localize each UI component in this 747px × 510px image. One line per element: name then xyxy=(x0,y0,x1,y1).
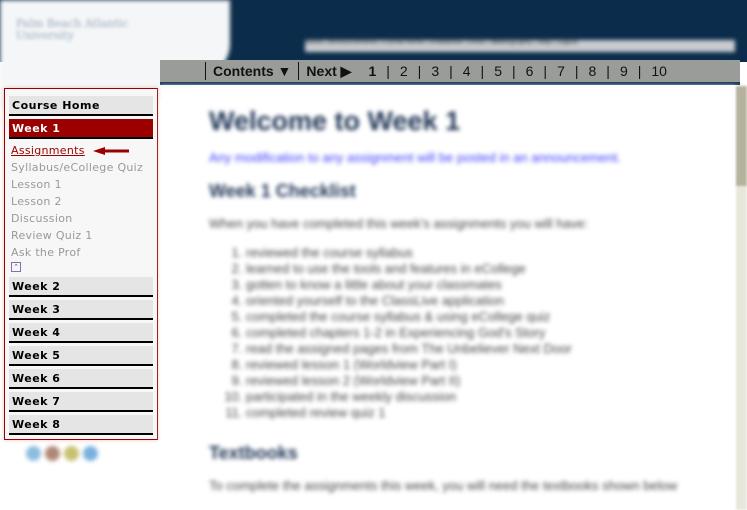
collapse-up-icon[interactable]: ⌃ xyxy=(11,262,21,272)
page-link-8[interactable]: 8 xyxy=(579,63,607,79)
week-3-section[interactable]: Week 3 xyxy=(9,300,153,320)
sidebar-link-discussion[interactable]: Discussion xyxy=(9,210,153,227)
checklist-item: reviewed lesson 2 (Worldview Part II) xyxy=(246,373,724,389)
checklist-item: completed chapters 1-2 in Experiencing G… xyxy=(246,325,724,341)
red-arrow-icon xyxy=(93,147,129,155)
vertical-scrollbar[interactable] xyxy=(736,86,747,510)
sidebar-link-review-quiz-1[interactable]: Review Quiz 1 xyxy=(9,227,153,244)
week-2-section[interactable]: Week 2 xyxy=(9,277,153,297)
course-sidebar: Course Home Week 1 Assignments Syllabus/e… xyxy=(4,88,158,440)
checklist-heading: Week 1 Checklist xyxy=(209,181,356,201)
sidebar-link-ask-the-prof[interactable]: Ask the Prof xyxy=(9,244,153,261)
checklist-item: oriented yourself to the ClassLive appli… xyxy=(246,293,724,309)
site-header: Palm Beach Atlantic University Home | An… xyxy=(0,0,747,110)
checklist-item: gotten to know a little about your class… xyxy=(246,277,724,293)
navigation-bar: Contents ▼ Next ▶ 1 | 2 | 3 | 4 | 5 | 6 | 7 | 8 | 9 | 10 xyxy=(160,60,740,85)
social-icon[interactable] xyxy=(83,446,98,461)
page-link-7[interactable]: 7 xyxy=(547,63,575,79)
top-links[interactable]: Home | Announcements | Course Home | Gra… xyxy=(305,40,735,52)
course-home-link[interactable]: Course Home xyxy=(9,96,153,116)
sidebar-link-assignments[interactable]: Assignments xyxy=(9,142,153,159)
sidebar-link-lesson-2[interactable]: Lesson 2 xyxy=(9,193,153,210)
checklist-item: reviewed the course syllabus xyxy=(246,245,724,261)
social-icons xyxy=(26,446,98,461)
page-link-3[interactable]: 3 xyxy=(421,63,449,79)
checklist-item: read the assigned pages from The Unbelie… xyxy=(246,341,724,357)
page-link-2[interactable]: 2 xyxy=(390,63,418,79)
week-8-section[interactable]: Week 8 xyxy=(9,415,153,435)
checklist-item: reviewed lesson 1 (Worldview Part I) xyxy=(246,357,724,373)
textbooks-intro: To complete the assignments this week, y… xyxy=(209,478,678,493)
checklist-item: learned to use the tools and features in… xyxy=(246,261,724,277)
week-4-section[interactable]: Week 4 xyxy=(9,323,153,343)
social-icon[interactable] xyxy=(26,446,41,461)
content-area: Welcome to Week 1 Any modification to an… xyxy=(160,86,736,510)
announcement-note[interactable]: Any modification to any assignment will … xyxy=(209,150,724,165)
week-7-section[interactable]: Week 7 xyxy=(9,392,153,412)
week-5-section[interactable]: Week 5 xyxy=(9,346,153,366)
university-logo[interactable]: Palm Beach Atlantic University xyxy=(16,18,176,42)
page-title: Welcome to Week 1 xyxy=(209,106,461,136)
page-link-1[interactable]: 1 xyxy=(358,63,386,79)
page-link-9[interactable]: 9 xyxy=(610,63,638,79)
checklist-intro: When you have completed this week's assi… xyxy=(209,216,588,231)
checklist-item: participated in the weekly discussion xyxy=(246,389,724,405)
sidebar-link-lesson-1[interactable]: Lesson 1 xyxy=(9,176,153,193)
page-link-4[interactable]: 4 xyxy=(453,63,481,79)
next-button[interactable]: Next ▶ xyxy=(299,63,358,80)
textbooks-heading: Textbooks xyxy=(209,443,298,463)
page-link-6[interactable]: 6 xyxy=(516,63,544,79)
sidebar-link-syllabus-ecollege-quiz[interactable]: Syllabus/eCollege Quiz xyxy=(9,159,153,176)
checklist: reviewed the course syllabuslearned to u… xyxy=(246,245,724,421)
checklist-item: completed the course syllabus & using eC… xyxy=(246,309,724,325)
scrollbar-thumb[interactable] xyxy=(736,86,747,186)
page-link-10[interactable]: 10 xyxy=(641,63,677,79)
social-icon[interactable] xyxy=(64,446,79,461)
checklist-item: completed review quiz 1 xyxy=(246,405,724,421)
social-icon[interactable] xyxy=(45,446,60,461)
week-1-section[interactable]: Week 1 xyxy=(9,119,153,139)
contents-menu[interactable]: Contents ▼ xyxy=(206,63,298,79)
week-6-section[interactable]: Week 6 xyxy=(9,369,153,389)
page-link-5[interactable]: 5 xyxy=(484,63,512,79)
